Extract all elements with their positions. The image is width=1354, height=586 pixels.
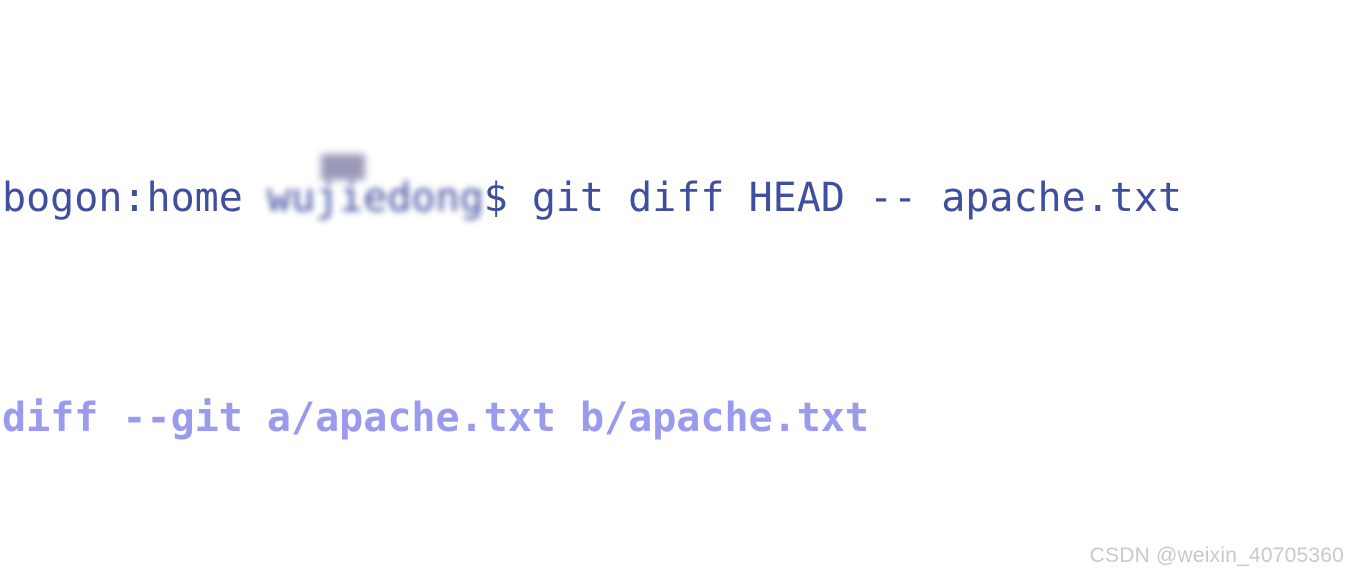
watermark: CSDN @weixin_40705360 — [1089, 544, 1344, 567]
terminal-line-prompt-command: bogon:home wujiedong $ git diff HEAD -- a… — [0, 154, 1354, 221]
diff-header-line: diff --git a/apache.txt b/apache.txt — [2, 395, 869, 441]
prompt-host: bogon:home — [2, 175, 267, 221]
prompt-symbol: $ — [483, 175, 532, 221]
prompt-username-text: wujiedong — [266, 175, 484, 221]
redaction-block — [320, 154, 365, 180]
terminal-output: bogon:home wujiedong $ git diff HEAD -- a… — [0, 0, 1354, 586]
terminal-command: git diff HEAD -- apache.txt — [531, 175, 1183, 221]
prompt-username-redacted: wujiedong — [266, 154, 484, 221]
